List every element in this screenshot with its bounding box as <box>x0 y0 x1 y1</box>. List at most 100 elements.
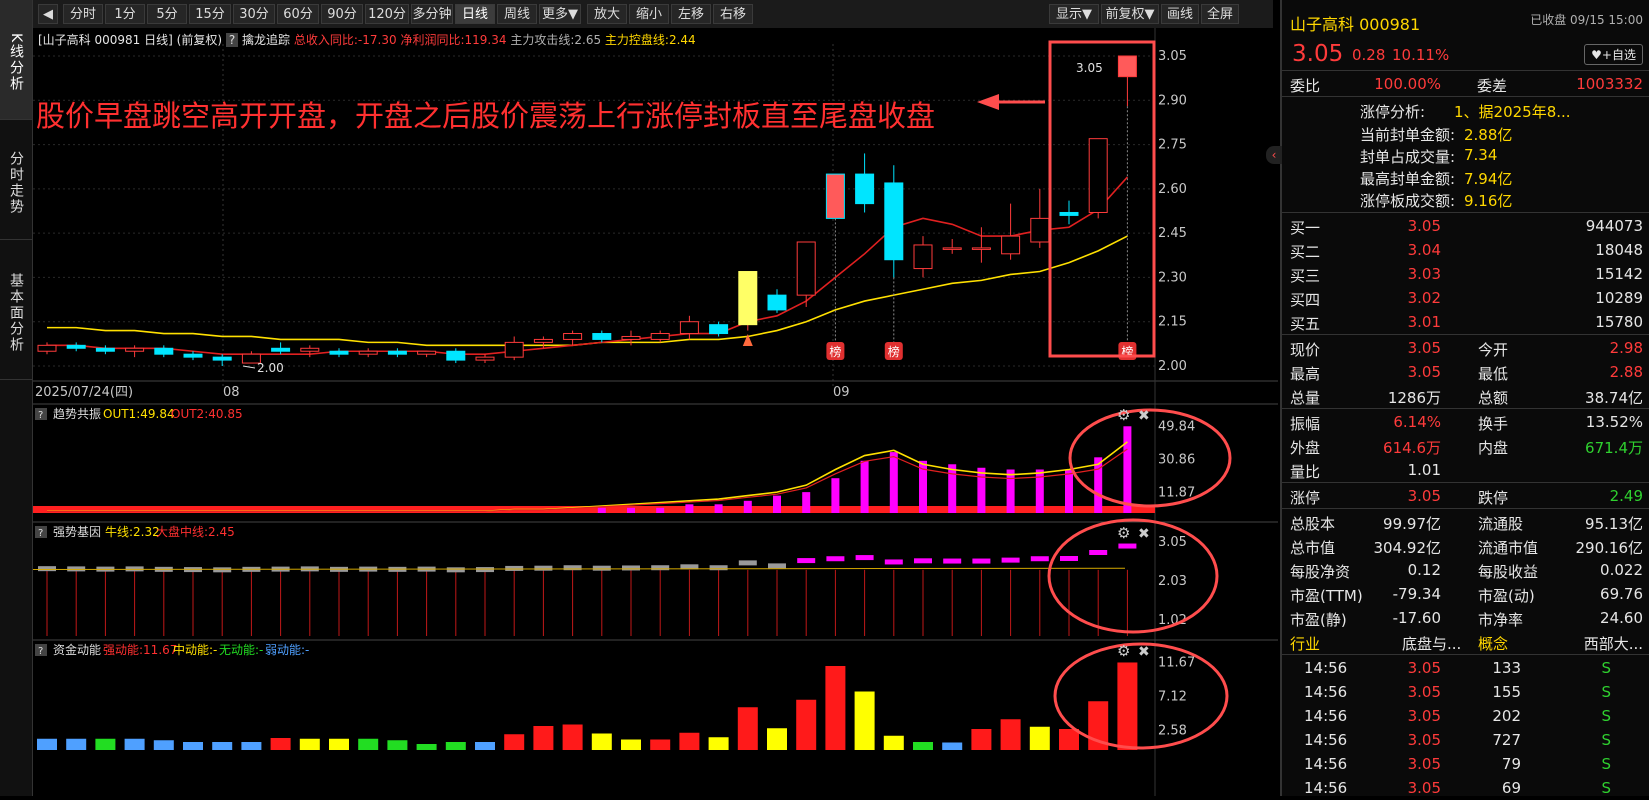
tool-0-button[interactable]: 放大 <box>587 4 627 24</box>
period-4-button[interactable]: 30分 <box>233 4 275 24</box>
period-5-button[interactable]: 60分 <box>277 4 319 24</box>
right-tool-3-button[interactable]: 全屏 <box>1201 4 1239 24</box>
period-0-button[interactable]: 分时 <box>63 4 103 24</box>
fund-label: 每股收益 <box>1478 563 1539 581</box>
panel1-bar <box>802 492 811 513</box>
panel3-bar <box>183 742 203 750</box>
nav-tab-kline[interactable]: K线分析 <box>0 0 32 120</box>
candle-body <box>533 338 553 343</box>
panel3-bar <box>387 740 408 750</box>
buy-level-volume: 944073 <box>1585 217 1643 235</box>
nav-tab-timeshare[interactable]: 分时走势 <box>0 120 32 240</box>
tick-price: 3.05 <box>1407 659 1441 677</box>
period-9-button[interactable]: 日线 <box>455 4 495 24</box>
toolbar: ◀ 分时 1分 5分 15分 30分 60分 90分 120分 多分钟 日线 周线 更多▼ 放大 缩小 左移右… <box>33 0 1273 29</box>
panel1-bar <box>977 467 986 513</box>
panel2-block <box>709 565 728 571</box>
candle-body <box>650 333 670 340</box>
panel2-block <box>1001 557 1020 563</box>
candle-body <box>1059 211 1079 216</box>
date-label: 09 <box>833 385 850 400</box>
panel2-block <box>884 559 903 565</box>
collapse-panel-icon[interactable]: ‹ <box>1266 146 1282 164</box>
tick-row: 14:56 3.05 727 S <box>1282 728 1649 752</box>
panel1-bar <box>627 507 635 513</box>
panel2-block <box>972 558 991 564</box>
candle-body <box>884 182 904 261</box>
annotation-text: 股价早盘跳空高开开盘，开盘之后股价震荡上行涨停封板直至尾盘收盘 <box>36 99 936 133</box>
buy-level-volume: 15142 <box>1595 265 1643 283</box>
add-watchlist-button[interactable]: ♥+自选 <box>1584 44 1643 65</box>
income-yoy: 总收入同比:-17.30 <box>293 33 397 47</box>
right-tool-2-button[interactable]: 画线 <box>1161 4 1199 24</box>
panel3-bar <box>241 742 262 750</box>
panel3-bar <box>913 742 933 750</box>
fund-value: 0.022 <box>1600 561 1643 579</box>
panel2-block <box>213 567 232 573</box>
panel3-bar <box>416 744 437 750</box>
tool-2-button[interactable]: 左移 <box>671 4 711 24</box>
concept-value[interactable]: 西部大... <box>1584 633 1643 654</box>
stat-label: 量比 <box>1290 463 1321 481</box>
right-tool-0-button[interactable]: 显示▼ <box>1049 4 1099 24</box>
panel3-bar <box>679 732 700 750</box>
panel3-bar <box>358 738 379 750</box>
period-7-button[interactable]: 120分 <box>365 4 409 24</box>
panel3-axis-label: 2.58 <box>1158 724 1187 739</box>
buy-level-price: 3.02 <box>1407 289 1441 307</box>
webi-row: 委比 100.00% 委差 1003332 <box>1282 72 1649 96</box>
panel2-block <box>1060 556 1078 561</box>
panel1-axis-label: 49.84 <box>1158 419 1195 434</box>
buy-level-row: 买四 3.02 10289 <box>1282 286 1649 310</box>
buy-level-label: 买一 <box>1290 219 1321 237</box>
panel3-axis-label: 11.67 <box>1158 655 1195 670</box>
stat-label: 总额 <box>1478 389 1509 407</box>
kline-chart[interactable]: 3.05 2.90 2.75 2.60 2.45 2.30 2.15 2.00 2025/07/… <box>33 28 1278 796</box>
panel3-bar <box>708 737 729 750</box>
stock-title: 山子高科 000981 <box>1290 15 1421 34</box>
panel3-bar <box>591 733 612 750</box>
indicator-name[interactable]: 擒龙追踪 <box>242 33 290 47</box>
candle-body <box>621 335 641 340</box>
panel3-bar <box>66 738 87 750</box>
fund-value: 99.97亿 <box>1383 515 1441 533</box>
panel3-bar <box>124 738 145 750</box>
right-tool-1-button[interactable]: 前复权▼ <box>1101 4 1159 24</box>
tick-direction: S <box>1601 707 1611 725</box>
period-1-button[interactable]: 1分 <box>105 4 145 24</box>
period-6-button[interactable]: 90分 <box>321 4 363 24</box>
period-3-button[interactable]: 15分 <box>189 4 231 24</box>
panel1-out2: OUT2:40.85 <box>171 407 243 421</box>
tick-direction: S <box>1601 731 1611 749</box>
period-8-button[interactable]: 多分钟 <box>411 4 453 24</box>
candle-body <box>563 333 583 340</box>
help-icon[interactable]: ? <box>225 33 239 47</box>
stat-row: 总量 1286万 总额 38.74亿 <box>1282 384 1649 408</box>
tool-3-button[interactable]: 右移 <box>713 4 753 24</box>
zt-detail-value: 7.94亿 <box>1464 170 1513 188</box>
panel1-bar <box>860 460 869 513</box>
period-2-button[interactable]: 5分 <box>147 4 187 24</box>
panel1-bar <box>831 478 840 513</box>
separator <box>1282 96 1649 97</box>
tool-1-button[interactable]: 缩小 <box>629 4 669 24</box>
nav-tab-fundamentals[interactable]: 基本面分析 <box>0 240 32 380</box>
zt-detail-label: 涨停板成交额: <box>1360 192 1456 210</box>
stat-label: 总量 <box>1290 389 1321 407</box>
tick-price: 3.05 <box>1407 779 1441 797</box>
panel2-block <box>67 566 86 572</box>
industry-value[interactable]: 底盘与... <box>1402 633 1461 654</box>
panel3-bar <box>1059 729 1079 750</box>
period-10-button[interactable]: 周线 <box>497 4 537 24</box>
back-icon[interactable]: ◀ <box>38 4 58 24</box>
buy-level-label: 买四 <box>1290 291 1321 309</box>
buy-level-row: 买五 3.01 15780 <box>1282 310 1649 334</box>
candle-body <box>679 321 699 335</box>
buy-level-volume: 18048 <box>1595 241 1643 259</box>
stat-value: 38.74亿 <box>1585 389 1643 407</box>
last-price: 3.05 <box>1292 41 1344 67</box>
limit-down-label: 跌停 <box>1478 489 1509 507</box>
period-11-button[interactable]: 更多▼ <box>539 4 581 24</box>
panel2-block <box>446 567 465 573</box>
panel1-out1: OUT1:49.84 <box>103 407 175 421</box>
